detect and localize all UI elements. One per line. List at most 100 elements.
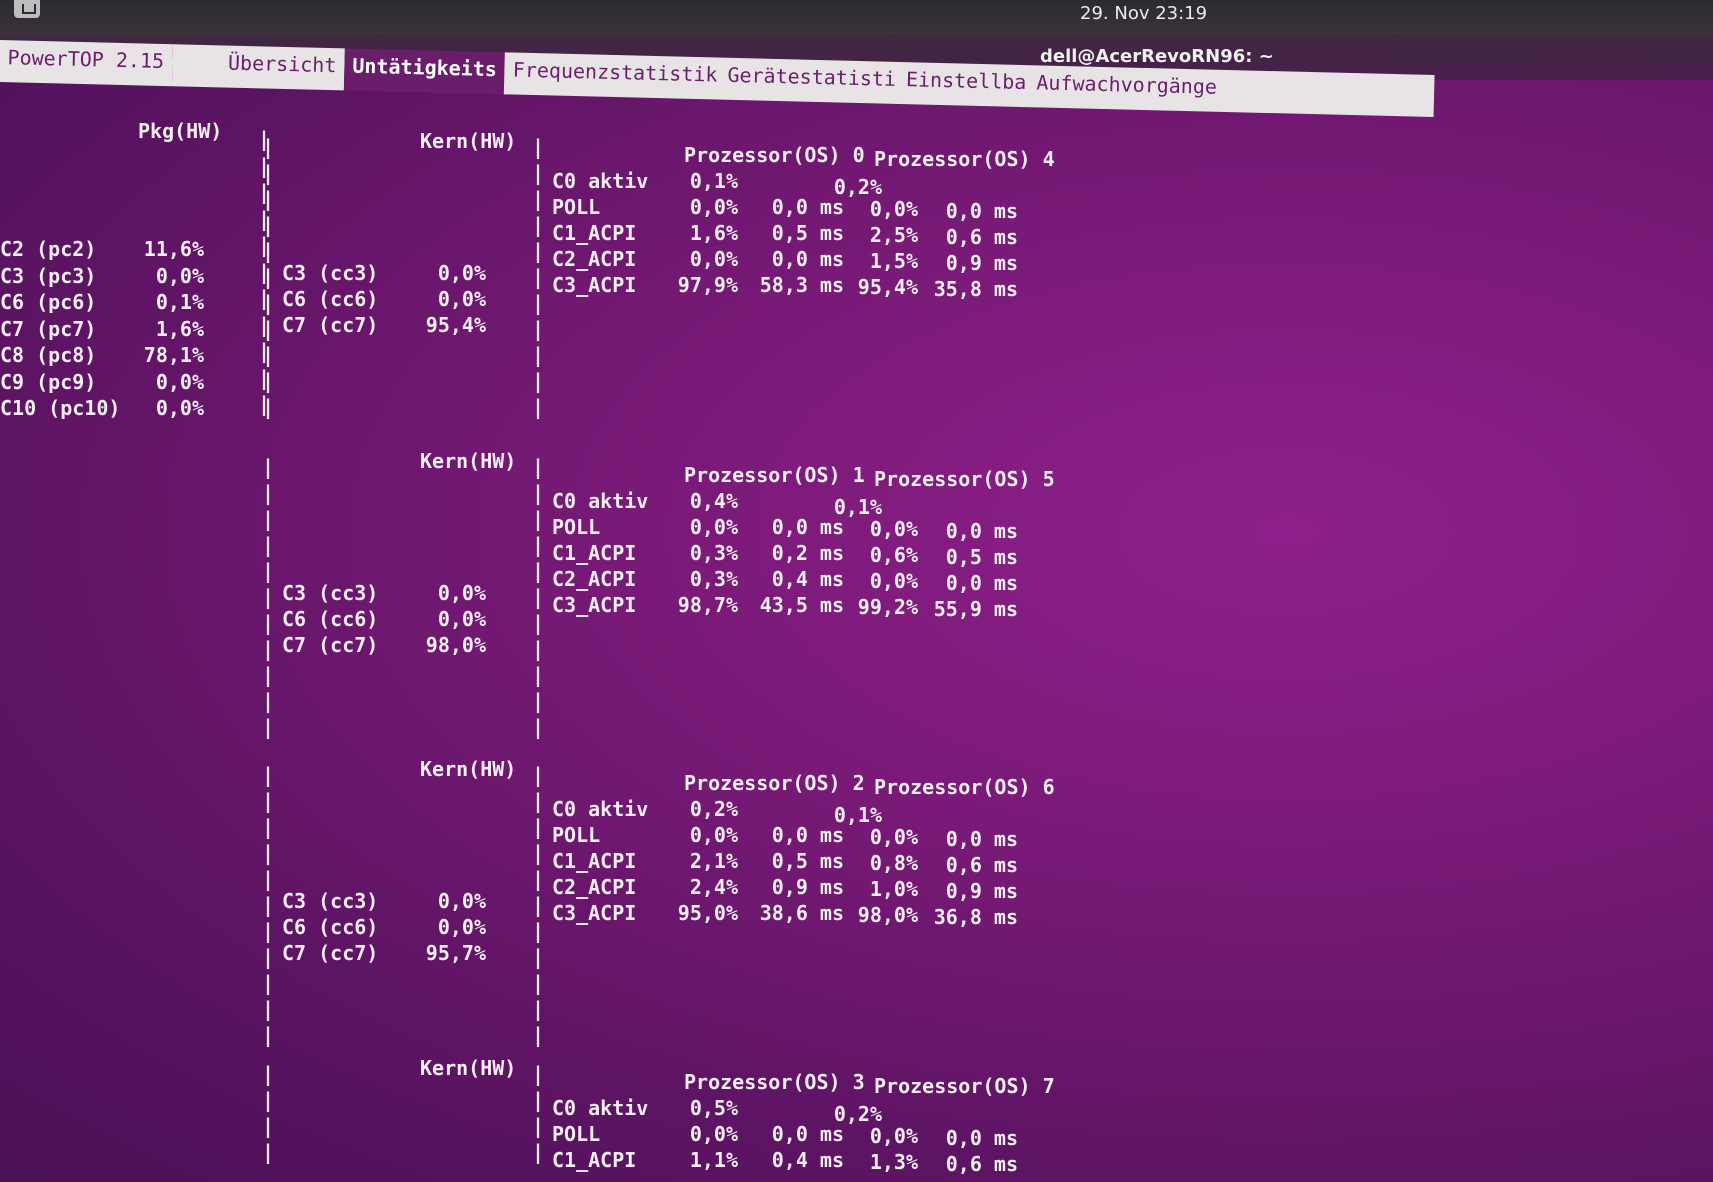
core-cstate-label: C3 (cc3): [282, 581, 379, 605]
processor-b-residency: 0,6 ms: [945, 225, 1018, 249]
processor-b-residency: 0,0 ms: [945, 1126, 1018, 1150]
column-separator: |: [262, 585, 275, 609]
core-cstate-value: 98,0%: [425, 633, 486, 657]
column-separator: |: [262, 317, 275, 341]
processor-a-residency: 0,5 ms: [771, 221, 844, 245]
column-separator: |: [532, 663, 545, 687]
processor-cstate-label: C0 aktiv: [552, 169, 649, 193]
pkg-cstate-label: C6 (pc6): [0, 290, 97, 314]
column-separator: |: [532, 265, 545, 289]
tab-idle-stats[interactable]: Untätigkeits: [343, 48, 506, 95]
pkg-header: Pkg(HW): [138, 119, 223, 143]
pkg-cstate-value: 11,6%: [143, 237, 204, 261]
core-cstate-label: C6 (cc6): [282, 607, 379, 631]
processor-a-percent: 1,6%: [689, 221, 738, 245]
core-cstate-value: 0,0%: [437, 889, 486, 913]
core-cstate-label: C6 (cc6): [282, 915, 379, 939]
column-separator: |: [262, 893, 275, 917]
app-name: PowerTOP 2.15: [0, 40, 173, 87]
processor-b-residency: 55,9 ms: [933, 597, 1018, 621]
processor-header-b: Prozessor(OS) 5: [874, 467, 1055, 491]
processor-cstate-label: C0 aktiv: [552, 797, 649, 821]
column-separator: |: [532, 1140, 545, 1164]
column-separator: |: [532, 135, 545, 159]
tab-tunables[interactable]: Einstellba: [906, 67, 1027, 94]
column-separator: |: [532, 1023, 545, 1047]
column-separator: |: [262, 841, 275, 865]
column-separator: |: [262, 455, 275, 479]
processor-a-percent: 0,0%: [689, 195, 738, 219]
processor-a-percent: 0,0%: [689, 1122, 738, 1146]
processor-b-residency: 0,0 ms: [945, 571, 1018, 595]
processor-b-percent: 0,0%: [869, 1124, 918, 1148]
pkg-cstate-value: 0,0%: [155, 263, 204, 288]
processor-cstate-label: POLL: [552, 195, 601, 219]
column-separator: |: [532, 507, 545, 531]
processor-a-percent: 0,0%: [689, 247, 738, 271]
pkg-cstate-label: C9 (pc9): [0, 369, 97, 394]
processor-a-residency: 43,5 ms: [759, 593, 844, 617]
tab-overview[interactable]: Übersicht: [171, 44, 345, 91]
processor-a-residency: 0,2 ms: [771, 541, 844, 565]
processor-a-residency: 58,3 ms: [759, 273, 844, 297]
tab-wakeups[interactable]: Aufwachvorgänge: [1036, 70, 1217, 98]
processor-a-residency: 0,0 ms: [771, 823, 844, 847]
system-top-bar: 29. Nov 23:19: [0, 0, 1713, 34]
column-separator: |: [262, 611, 275, 635]
column-separator: |: [262, 213, 275, 237]
processor-a-residency: 0,5 ms: [771, 849, 844, 873]
processor-b-percent: 0,6%: [869, 543, 918, 567]
processor-b-residency: 36,8 ms: [933, 905, 1018, 929]
column-separator: |: [532, 291, 545, 315]
tab-device-stats[interactable]: Gerätestatisti: [727, 63, 896, 91]
column-separator: |: [532, 689, 545, 713]
tab-frequency-stats[interactable]: Frequenzstatistik: [513, 58, 718, 87]
clock[interactable]: 29. Nov 23:19: [1080, 3, 1207, 24]
processor-b-residency: 0,0 ms: [945, 827, 1018, 851]
column-separator: |: [532, 239, 545, 263]
processor-a-percent: 0,1%: [689, 169, 738, 193]
column-separator: |: [532, 919, 545, 943]
column-separator: |: [262, 1023, 275, 1047]
column-separator: |: [532, 481, 545, 505]
core-cstate-value: 0,0%: [437, 607, 486, 631]
column-separator: |: [262, 395, 275, 419]
column-separator: |: [262, 559, 275, 583]
processor-cstate-label: C2_ACPI: [552, 567, 637, 591]
column-separator: |: [532, 971, 545, 995]
column-separator: |: [532, 997, 545, 1021]
processor-a-percent: 0,3%: [689, 567, 738, 591]
processor-b-percent: 95,4%: [857, 275, 918, 299]
column-separator: |: [532, 841, 545, 865]
processor-header-b: Prozessor(OS) 7: [874, 1074, 1055, 1098]
column-separator: |: [262, 239, 275, 263]
column-separator: |: [262, 291, 275, 315]
pkg-cstate-value: 0,1%: [155, 290, 204, 314]
processor-b-residency: 0,5 ms: [945, 545, 1018, 569]
column-separator: |: [262, 135, 275, 159]
column-separator: |: [262, 637, 275, 661]
core-cstate-label: C7 (cc7): [282, 941, 379, 965]
processor-b-percent: 1,5%: [869, 249, 918, 273]
core-cstate-label: C7 (cc7): [282, 633, 379, 657]
column-separator: |: [262, 663, 275, 687]
processor-b-percent: 0,0%: [869, 517, 918, 541]
processor-cstate-label: C1_ACPI: [552, 221, 637, 245]
app-launcher-icon[interactable]: [14, 0, 40, 18]
column-separator: |: [532, 455, 545, 479]
column-separator: |: [532, 317, 545, 341]
processor-a-residency: 0,9 ms: [771, 875, 844, 899]
pkg-cstate-label: C2 (pc2): [0, 237, 97, 261]
processor-header-a: Prozessor(OS) 0: [684, 143, 865, 167]
pkg-cstate-label: C7 (pc7): [0, 316, 97, 341]
core-cstate-label: C3 (cc3): [282, 889, 379, 913]
column-separator: |: [532, 611, 545, 635]
column-separator: |: [532, 815, 545, 839]
column-separator: |: [262, 867, 275, 891]
column-separator: |: [532, 789, 545, 813]
processor-cstate-label: C0 aktiv: [552, 1096, 649, 1120]
core-cstate-value: 95,7%: [425, 941, 486, 965]
column-separator: |: [262, 161, 275, 185]
processor-b-residency: 0,9 ms: [945, 251, 1018, 275]
processor-cstate-label: POLL: [552, 823, 601, 847]
